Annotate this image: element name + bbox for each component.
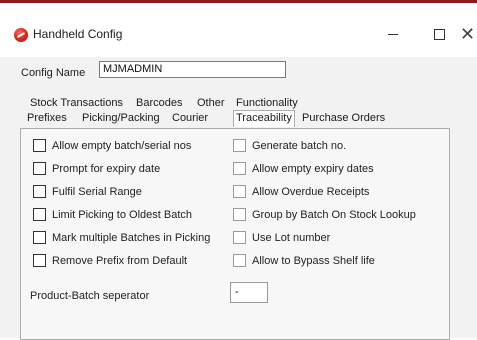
checkbox-label: Generate batch no. (252, 139, 347, 152)
tab-courier[interactable]: Courier (172, 112, 208, 124)
tab-traceability[interactable]: Traceability (233, 110, 295, 127)
checkbox-box[interactable] (33, 185, 46, 198)
checkbox-label: Allow to Bypass Shelf life (252, 254, 375, 267)
checkbox-box[interactable] (233, 185, 246, 198)
checkbox-box[interactable] (33, 231, 46, 244)
maximize-button[interactable] (419, 19, 459, 49)
config-name-label: Config Name (21, 67, 86, 79)
checkbox-box[interactable] (233, 162, 246, 175)
checkbox-box[interactable] (33, 162, 46, 175)
batch-separator-input[interactable]: - (230, 282, 268, 303)
checkbox-label: Prompt for expiry date (52, 162, 161, 175)
checkbox-remove-prefix[interactable]: Remove Prefix from Default (33, 254, 187, 267)
checkbox-label: Allow empty batch/serial nos (52, 139, 192, 152)
checkbox-label: Allow empty expiry dates (252, 162, 374, 175)
window-title: Handheld Config (33, 27, 123, 41)
checkbox-generate-batch-no[interactable]: Generate batch no. (233, 139, 346, 152)
batch-separator-label: Product-Batch seperator (30, 290, 150, 302)
tab-stock-transactions[interactable]: Stock Transactions (30, 97, 123, 109)
checkbox-allow-empty-expiry[interactable]: Allow empty expiry dates (233, 162, 374, 175)
tab-prefixes[interactable]: Prefixes (27, 112, 67, 124)
checkbox-label: Fulfil Serial Range (52, 185, 142, 198)
checkbox-group-by-batch[interactable]: Group by Batch On Stock Lookup (233, 208, 416, 221)
checkbox-allow-overdue-receipts[interactable]: Allow Overdue Receipts (233, 185, 369, 198)
tab-barcodes[interactable]: Barcodes (136, 97, 182, 109)
checkbox-box[interactable] (233, 254, 246, 267)
checkbox-label: Group by Batch On Stock Lookup (252, 208, 416, 221)
checkbox-fulfil-serial-range[interactable]: Fulfil Serial Range (33, 185, 142, 198)
checkbox-box[interactable] (33, 139, 46, 152)
app-logo-icon (14, 28, 28, 42)
close-button[interactable]: ✕ (458, 19, 477, 49)
tab-picking-packing[interactable]: Picking/Packing (82, 112, 160, 124)
checkbox-box[interactable] (33, 254, 46, 267)
checkbox-allow-empty-batch[interactable]: Allow empty batch/serial nos (33, 139, 191, 152)
checkbox-mark-multiple-batches[interactable]: Mark multiple Batches in Picking (33, 231, 210, 244)
checkbox-box[interactable] (33, 208, 46, 221)
checkbox-bypass-shelf-life[interactable]: Allow to Bypass Shelf life (233, 254, 375, 267)
tab-other[interactable]: Other (197, 97, 225, 109)
checkbox-label: Limit Picking to Oldest Batch (52, 208, 193, 221)
maximize-icon (433, 28, 445, 40)
checkbox-limit-picking-oldest[interactable]: Limit Picking to Oldest Batch (33, 208, 192, 221)
checkbox-prompt-expiry[interactable]: Prompt for expiry date (33, 162, 160, 175)
traceability-panel: Allow empty batch/serial nos Prompt for … (20, 128, 450, 340)
checkbox-label: Mark multiple Batches in Picking (52, 231, 211, 244)
title-bar[interactable]: Handheld Config ✕ (0, 3, 477, 57)
checkbox-box[interactable] (233, 208, 246, 221)
checkbox-box[interactable] (233, 139, 246, 152)
minimize-icon (388, 33, 398, 35)
checkbox-label: Allow Overdue Receipts (252, 185, 370, 198)
window-client-area: Config Name MJMADMIN Stock Transactions … (0, 57, 477, 340)
minimize-button[interactable] (373, 19, 413, 49)
tab-functionality[interactable]: Functionality (236, 97, 298, 109)
checkbox-use-lot-number[interactable]: Use Lot number (233, 231, 330, 244)
close-icon: ✕ (459, 24, 476, 44)
checkbox-box[interactable] (233, 231, 246, 244)
tab-purchase-orders[interactable]: Purchase Orders (302, 112, 385, 124)
config-name-input[interactable]: MJMADMIN (99, 61, 286, 78)
checkbox-label: Remove Prefix from Default (52, 254, 188, 267)
checkbox-label: Use Lot number (252, 231, 331, 244)
